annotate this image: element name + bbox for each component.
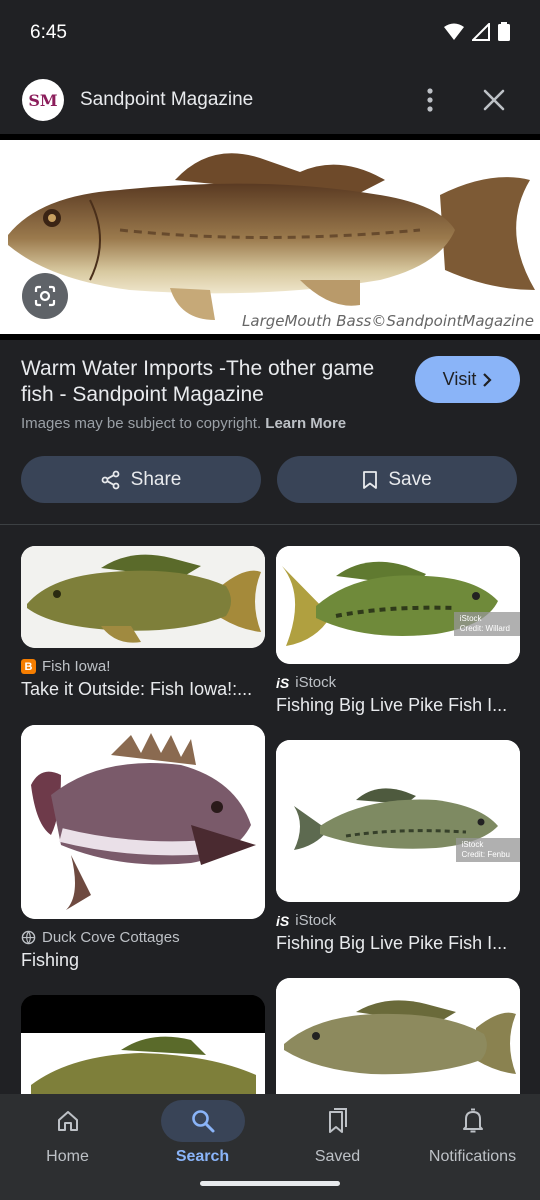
lens-button[interactable] [22, 273, 68, 319]
learn-more-link[interactable]: Learn More [265, 415, 346, 432]
site-name[interactable]: Sandpoint Magazine [80, 89, 253, 111]
divider [0, 524, 540, 525]
nav-label: Saved [314, 1148, 361, 1165]
largemouth-bass-illustration [8, 153, 535, 320]
status-icons [444, 22, 510, 41]
save-label: Save [388, 468, 432, 490]
bell-icon [462, 1108, 483, 1133]
copyright-text: Images may be subject to copyright. [21, 415, 262, 432]
chevron-right-icon [483, 372, 492, 387]
related-card[interactable]: iStock Credit: Willard iS iStock Fishing … [276, 546, 520, 716]
related-title[interactable]: Fishing Big Live Pike Fish I... [276, 695, 520, 716]
bookmark-icon [363, 470, 378, 489]
site-logo[interactable]: SM [22, 79, 64, 121]
save-button[interactable]: Save [277, 456, 517, 503]
wifi-icon [444, 23, 464, 40]
related-thumbnail[interactable]: iStock Credit: Willard [276, 546, 520, 664]
related-card[interactable]: Duck Cove Cottages Fishing [21, 725, 265, 971]
hero-image[interactable]: LargeMouth Bass©SandpointMagazine [0, 140, 540, 334]
google-lens-icon [34, 285, 56, 307]
globe-icon [21, 930, 36, 945]
nav-home[interactable]: Home [0, 1094, 135, 1200]
status-bar: 6:45 [0, 0, 540, 66]
related-source: Duck Cove Cottages [21, 929, 265, 946]
related-thumbnail[interactable] [21, 546, 265, 648]
related-source: B Fish Iowa! [21, 658, 265, 675]
istock-icon: iS [276, 912, 290, 929]
visit-button[interactable]: Visit [415, 356, 520, 403]
bass-image [276, 546, 520, 664]
related-card[interactable]: B Fish Iowa! Take it Outside: Fish Iowa!… [21, 546, 265, 700]
home-indicator[interactable] [200, 1181, 340, 1186]
nav-icon-container [26, 1100, 110, 1142]
close-icon[interactable] [480, 86, 508, 114]
nav-notifications[interactable]: Notifications [405, 1094, 540, 1200]
more-vert-icon[interactable] [418, 86, 442, 114]
share-icon [101, 470, 120, 489]
bass-image [21, 725, 265, 919]
share-button[interactable]: Share [21, 456, 261, 503]
istock-watermark: iStock Credit: Willard [453, 612, 520, 636]
related-title[interactable]: Take it Outside: Fish Iowa!:... [21, 679, 265, 700]
copyright-notice: Images may be subject to copyright. Lear… [21, 415, 346, 432]
related-source-name: iStock [295, 912, 337, 929]
related-source: iS iStock [276, 674, 520, 691]
hero-caption: LargeMouth Bass©SandpointMagazine [242, 312, 534, 330]
visit-label: Visit [442, 369, 477, 389]
nav-label: Home [46, 1148, 89, 1165]
related-thumbnail[interactable]: iStock Credit: Fenbu [276, 740, 520, 902]
home-icon [57, 1111, 78, 1131]
blogger-icon: B [21, 659, 36, 674]
bass-image [21, 546, 265, 648]
viewer-header: SM Sandpoint Magazine [0, 66, 540, 134]
related-source-name: iStock [295, 674, 337, 691]
nav-label: Search [175, 1148, 230, 1165]
nav-icon-container [431, 1100, 515, 1142]
related-source-name: Fish Iowa! [42, 658, 111, 675]
nav-icon-container [160, 1100, 245, 1142]
related-source-name: Duck Cove Cottages [42, 929, 180, 946]
related-source: iS iStock [276, 912, 520, 929]
share-label: Share [130, 468, 182, 490]
battery-icon [498, 22, 510, 41]
status-time: 6:45 [30, 22, 67, 43]
related-title[interactable]: Fishing Big Live Pike Fish I... [276, 933, 520, 954]
related-card[interactable]: iStock Credit: Fenbu iS iStock Fishing Bi… [276, 740, 520, 954]
nav-icon-container [296, 1100, 380, 1142]
bass-image [276, 740, 520, 902]
related-thumbnail[interactable] [21, 725, 265, 919]
result-title[interactable]: Warm Water Imports -The other game fish … [21, 356, 401, 408]
related-title[interactable]: Fishing [21, 950, 265, 971]
hero-image-frame: LargeMouth Bass©SandpointMagazine [0, 134, 540, 340]
search-icon [191, 1110, 214, 1133]
istock-icon: iS [276, 674, 290, 691]
nav-label: Notifications [428, 1148, 517, 1165]
signal-icon [472, 22, 490, 41]
saved-icon [328, 1108, 347, 1133]
istock-watermark: iStock Credit: Fenbu [455, 838, 520, 862]
